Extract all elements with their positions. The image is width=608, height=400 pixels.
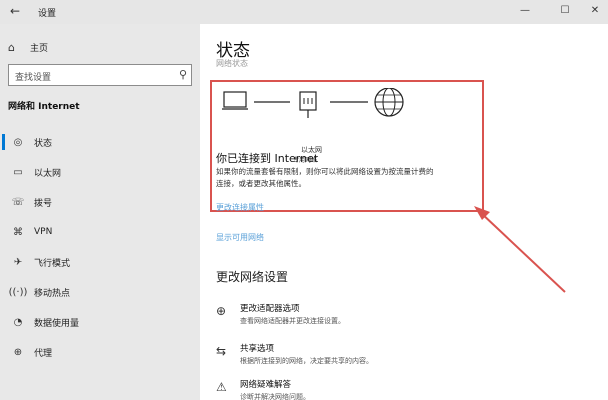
title-bar: ← 设置 — ☐ ✕ [0, 0, 608, 24]
option-title: 共享选项 [240, 344, 275, 354]
home-icon: ⌂ [8, 40, 15, 54]
network-status-subtitle: 网络状态 [216, 59, 248, 68]
sidebar-item-label: VPN [34, 227, 53, 237]
network-troubleshooter-item[interactable]: ⚠ 网络疑难解答 诊断并解决网络问题。 [216, 378, 516, 400]
sidebar-item-hotspot[interactable]: ((·)) 移动热点 [0, 278, 200, 306]
sidebar-item-vpn[interactable]: ⌘ VPN [0, 218, 200, 246]
option-description: 根据所连接到的网络，决定要共享的内容。 [240, 357, 373, 365]
warning-icon: ⚠ [216, 380, 227, 394]
proxy-icon: ⊕ [13, 346, 23, 358]
search-box[interactable]: 查找设置 ⚲ [8, 64, 192, 86]
home-label: 主页 [30, 43, 49, 54]
option-description: 诊断并解决网络问题。 [240, 393, 310, 400]
search-icon[interactable]: ⚲ [179, 68, 187, 81]
main-content: 状态 网络状态 以太网 专用网络 你已连接到 Internet 如果你的流量套餐… [200, 24, 608, 400]
option-title: 网络疑难解答 [240, 380, 292, 390]
dialup-icon: ☏ [11, 196, 25, 208]
connection-status-description: 如果你的流量套餐有限制，则你可以将此网络设置为按流量计费的 [216, 167, 434, 176]
share-icon: ⇆ [216, 344, 227, 358]
adapter-icon: ⊕ [216, 304, 227, 318]
sidebar: ⌂ 主页 查找设置 ⚲ 网络和 Internet ◎ 状态 ▭ 以太网 ☏ 拨号… [0, 24, 200, 400]
airplane-icon: ✈ [13, 256, 23, 268]
sidebar-item-label: 拨号 [34, 198, 53, 209]
sidebar-item-label: 以太网 [34, 168, 62, 179]
sidebar-item-status[interactable]: ◎ 状态 [0, 128, 200, 156]
change-connection-properties-link[interactable]: 更改连接属性 [216, 202, 264, 213]
connection-status-heading: 你已连接到 Internet [216, 152, 319, 165]
connection-diagram [222, 88, 404, 118]
active-indicator [2, 134, 5, 150]
data-usage-icon: ◔ [13, 316, 23, 328]
vpn-icon: ⌘ [13, 226, 23, 238]
sidebar-item-label: 飞行模式 [34, 258, 71, 269]
sidebar-item-dialup[interactable]: ☏ 拨号 [0, 188, 200, 216]
window-title: 设置 [38, 9, 57, 19]
change-network-settings-heading: 更改网络设置 [216, 270, 289, 284]
back-arrow-icon[interactable]: ← [10, 4, 20, 18]
ethernet-icon: ▭ [13, 166, 23, 178]
hotspot-icon: ((·)) [8, 286, 28, 298]
option-description: 查看网络适配器并更改连接设置。 [240, 317, 345, 325]
minimize-button[interactable]: — [516, 3, 534, 19]
maximize-button[interactable]: ☐ [556, 3, 574, 19]
sidebar-item-label: 状态 [34, 138, 53, 149]
sidebar-item-label: 代理 [34, 348, 53, 359]
sidebar-item-proxy[interactable]: ⊕ 代理 [0, 338, 200, 366]
globe-icon: ◎ [13, 136, 23, 148]
sidebar-section-title: 网络和 Internet [8, 102, 80, 112]
laptop-icon [222, 91, 248, 110]
internet-globe-icon [374, 88, 404, 117]
sidebar-item-label: 移动热点 [34, 288, 71, 299]
adapter-options-item[interactable]: ⊕ 更改适配器选项 查看网络适配器并更改连接设置。 [216, 302, 516, 332]
sidebar-item-airplane[interactable]: ✈ 飞行模式 [0, 248, 200, 276]
show-available-networks-link[interactable]: 显示可用网络 [216, 232, 264, 243]
ethernet-port-icon [299, 91, 317, 118]
search-placeholder: 查找设置 [15, 73, 52, 83]
close-button[interactable]: ✕ [586, 3, 604, 19]
sidebar-item-ethernet[interactable]: ▭ 以太网 [0, 158, 200, 186]
home-nav-item[interactable]: ⌂ 主页 [8, 38, 48, 56]
sidebar-item-data-usage[interactable]: ◔ 数据使用量 [0, 308, 200, 336]
sidebar-item-label: 数据使用量 [34, 318, 80, 329]
sharing-options-item[interactable]: ⇆ 共享选项 根据所连接到的网络，决定要共享的内容。 [216, 342, 516, 372]
option-title: 更改适配器选项 [240, 304, 300, 314]
connection-status-description-2: 连接，或者更改其他属性。 [216, 179, 306, 188]
